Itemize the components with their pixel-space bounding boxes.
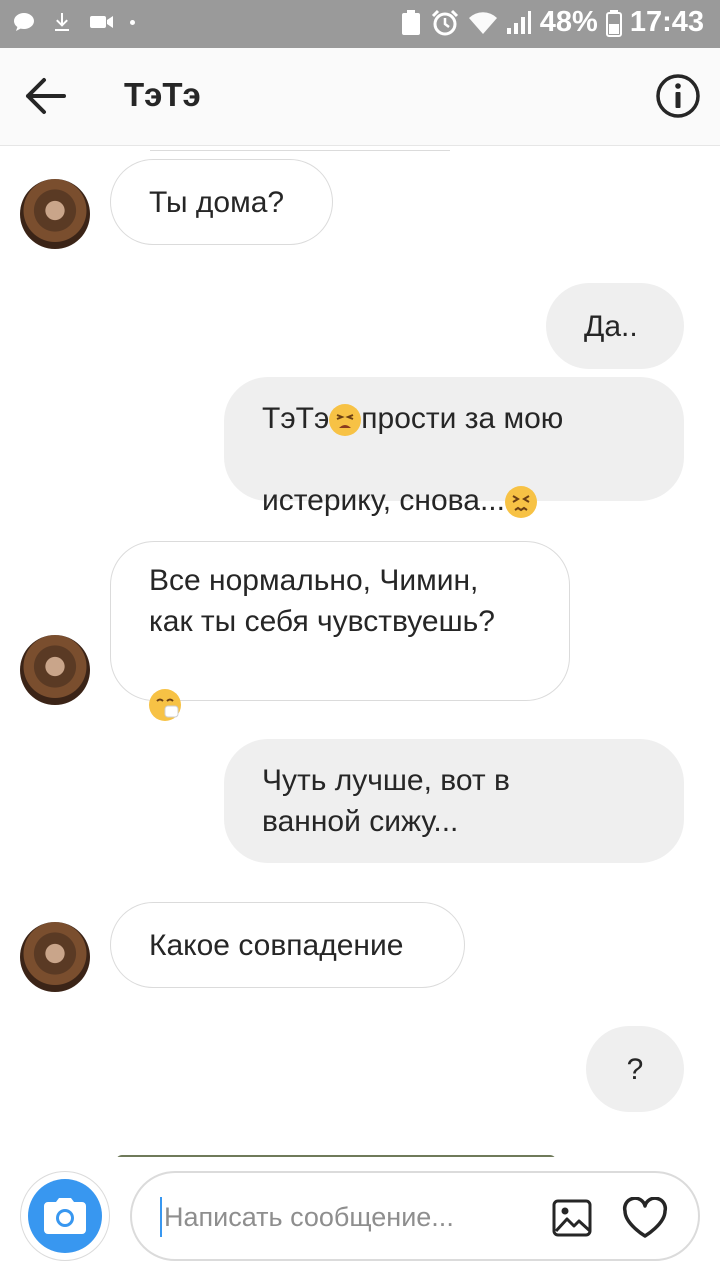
battery-icon bbox=[605, 9, 622, 37]
wifi-icon bbox=[468, 11, 497, 34]
message-text-part: истерику, снова... bbox=[262, 484, 505, 517]
dot-icon bbox=[130, 19, 135, 25]
video-icon bbox=[90, 16, 113, 28]
message-text: Чуть лучше, вот в ванной сижу... bbox=[262, 764, 510, 838]
camera-button-fill bbox=[28, 1179, 102, 1253]
message-input[interactable] bbox=[160, 1197, 540, 1237]
avatar[interactable] bbox=[20, 179, 90, 249]
message-notification-icon bbox=[14, 13, 34, 31]
info-icon[interactable] bbox=[654, 72, 702, 120]
status-notifications bbox=[12, 10, 135, 34]
status-system: 48% 17:43 bbox=[400, 6, 704, 39]
message-bubble-incoming[interactable]: Какое совпадение bbox=[110, 902, 465, 988]
message-text: Ты дома? bbox=[149, 185, 285, 219]
message-bubble-outgoing[interactable]: Чуть лучше, вот в ванной сижу... bbox=[224, 739, 684, 863]
camera-icon bbox=[44, 1198, 86, 1234]
conversation-header: ТэТэ bbox=[0, 48, 720, 146]
message-bubble-incoming[interactable]: Все нормально, Чимин, как ты себя чувств… bbox=[110, 541, 570, 721]
message-bubble-outgoing[interactable]: ТэТэ прости за мою истерику, снова... bbox=[224, 377, 684, 519]
message-input-box[interactable] bbox=[130, 1171, 700, 1261]
signal-icon bbox=[506, 10, 531, 34]
message-text: Какое совпадение bbox=[149, 928, 404, 962]
conversation-title[interactable]: ТэТэ bbox=[124, 76, 201, 114]
previous-message-edge bbox=[150, 147, 450, 151]
message-composer bbox=[0, 1157, 720, 1280]
message-text: Все нормально, Чимин, как ты себя чувств… bbox=[149, 519, 495, 724]
message-text-part: ТэТэ bbox=[262, 402, 330, 435]
download-icon bbox=[55, 13, 69, 31]
clock: 17:43 bbox=[629, 6, 704, 38]
message-list[interactable]: Ты дома? Да.. ТэТэ прости за мою истерик… bbox=[0, 147, 720, 1157]
tired-face-emoji-icon bbox=[329, 404, 362, 437]
message-text: ? bbox=[626, 1052, 644, 1086]
avatar[interactable] bbox=[20, 922, 90, 992]
sneezing-face-emoji-icon bbox=[149, 688, 181, 721]
battery-percent: 48% bbox=[539, 6, 598, 38]
alarm-icon bbox=[431, 9, 458, 35]
recycle-icon bbox=[401, 9, 420, 35]
message-text-part: прости за мою bbox=[361, 402, 564, 435]
message-bubble-outgoing[interactable]: ? bbox=[586, 1026, 684, 1112]
avatar[interactable] bbox=[20, 635, 90, 705]
message-bubble-outgoing[interactable]: Да.. bbox=[546, 283, 684, 369]
status-bar: 48% 17:43 bbox=[0, 0, 720, 48]
back-arrow-icon[interactable] bbox=[24, 76, 68, 116]
confounded-face-emoji-icon bbox=[504, 486, 537, 519]
heart-icon[interactable] bbox=[622, 1197, 668, 1239]
camera-button[interactable] bbox=[20, 1171, 110, 1261]
message-text: Да.. bbox=[584, 309, 638, 343]
message-text: ТэТэ прости за мою истерику, снова... bbox=[262, 357, 563, 521]
message-text-part: Все нормально, Чимин, как ты себя чувств… bbox=[149, 563, 495, 638]
gallery-icon[interactable] bbox=[552, 1199, 592, 1237]
message-bubble-incoming[interactable]: Ты дома? bbox=[110, 159, 333, 245]
